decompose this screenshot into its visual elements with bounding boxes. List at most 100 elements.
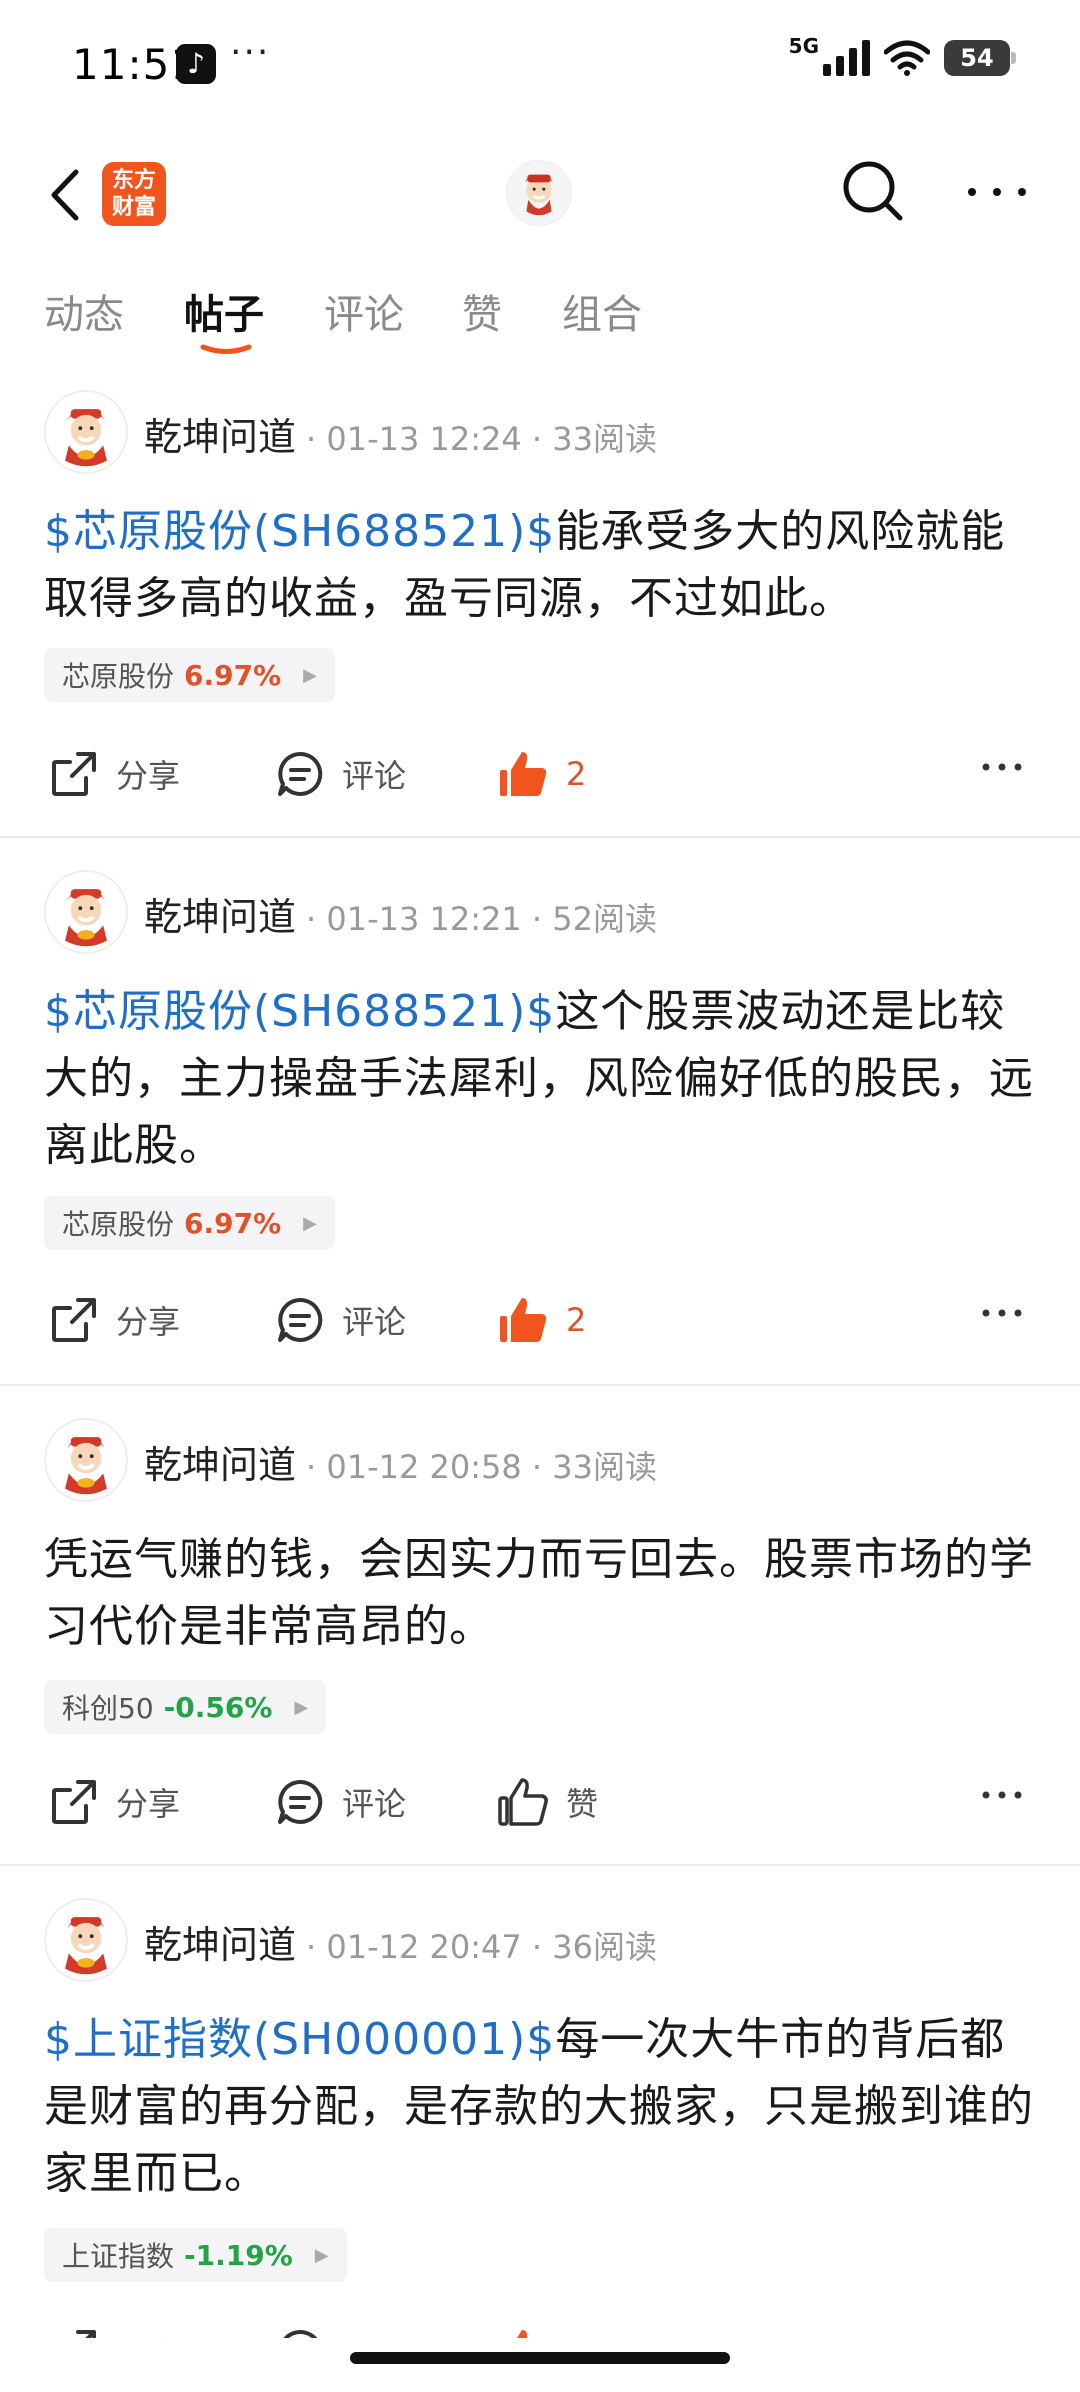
post-header: 乾坤问道 · 01-13 12:21 · 52阅读 bbox=[44, 866, 1044, 956]
post-meta: · 01-13 12:21 · 52阅读 bbox=[306, 900, 657, 938]
comment-label: 评论 bbox=[342, 1785, 407, 1823]
profile-avatar[interactable] bbox=[506, 160, 572, 226]
author-name[interactable]: 乾坤问道 bbox=[144, 886, 296, 941]
post-divider bbox=[0, 1864, 1080, 1866]
post-item[interactable]: 乾坤问道 · 01-13 12:24 · 33阅读 $芯原股份(SH688521… bbox=[0, 386, 1080, 810]
more-options-icon[interactable] bbox=[962, 172, 1032, 212]
status-indicators: 5G 54 bbox=[789, 34, 1016, 76]
share-icon bbox=[52, 752, 96, 796]
chip-arrow-icon: ▶ bbox=[314, 2244, 329, 2266]
stock-chip[interactable]: 科创50 -0.56% ▶ bbox=[44, 1680, 327, 1734]
tab-dynamics[interactable]: 动态 bbox=[44, 282, 124, 340]
post-meta: · 01-12 20:47 · 36阅读 bbox=[306, 1928, 657, 1966]
comment-icon bbox=[278, 1779, 323, 1824]
top-nav-bar: 东方 财富 bbox=[0, 140, 1080, 250]
chip-change: 6.97% bbox=[184, 658, 282, 692]
chip-stock-name: 芯原股份 bbox=[62, 660, 175, 693]
post-content[interactable]: $芯原股份(SH688521)$这个股票波动还是比较大的，主力操盘手法犀利，风险… bbox=[44, 978, 1044, 1179]
comment-button[interactable]: 评论 bbox=[274, 1290, 406, 1350]
chip-stock-name: 上证指数 bbox=[62, 2240, 175, 2273]
like-button[interactable]: 赞 bbox=[496, 1772, 598, 1832]
chip-arrow-icon: ▶ bbox=[303, 1212, 317, 1234]
status-bar: 11:51 ♪ ··· 5G 54 bbox=[0, 0, 1080, 130]
stock-tag-link[interactable]: $上证指数(SH000001)$ bbox=[44, 2014, 555, 2065]
logo-line-1: 东方 bbox=[111, 168, 156, 193]
search-icon[interactable] bbox=[838, 156, 908, 226]
network-type: 5G bbox=[788, 34, 819, 58]
post-item[interactable]: 乾坤问道 · 01-13 12:21 · 52阅读 $芯原股份(SH688521… bbox=[0, 866, 1080, 1356]
stock-chip[interactable]: 芯原股份 6.97% ▶ bbox=[44, 1196, 335, 1250]
back-arrow-icon[interactable] bbox=[40, 160, 90, 230]
home-indicator[interactable] bbox=[350, 2352, 730, 2364]
post-item[interactable]: 乾坤问道 · 01-12 20:58 · 33阅读 凭运气赚的钱，会因实力而亏回… bbox=[0, 1414, 1080, 1838]
share-label: 分享 bbox=[116, 1303, 181, 1341]
like-button[interactable]: 2 bbox=[496, 744, 586, 804]
like-label: 赞 bbox=[566, 1785, 599, 1823]
cell-signal-icon bbox=[823, 40, 870, 76]
post-header: 乾坤问道 · 01-12 20:47 · 36阅读 bbox=[44, 1894, 1044, 1984]
thumbs-up-outline-icon bbox=[498, 1778, 548, 1826]
author-avatar[interactable] bbox=[44, 870, 128, 954]
post-more-icon[interactable] bbox=[980, 1298, 1024, 1328]
active-tab-indicator bbox=[200, 344, 252, 354]
stock-tag-link[interactable]: $芯原股份(SH688521)$ bbox=[44, 986, 555, 1037]
tab-comments[interactable]: 评论 bbox=[324, 282, 404, 340]
comment-button[interactable]: 评论 bbox=[274, 1772, 406, 1832]
post-header: 乾坤问道 · 01-13 12:24 · 33阅读 bbox=[44, 386, 1044, 476]
stock-chip[interactable]: 上证指数 -1.19% ▶ bbox=[44, 2228, 347, 2282]
thumbs-up-icon bbox=[500, 1298, 547, 1342]
comment-button[interactable]: 评论 bbox=[274, 744, 406, 804]
post-actions: 分享 评论 2 bbox=[0, 734, 1080, 814]
post-content[interactable]: 凭运气赚的钱，会因实力而亏回去。股票市场的学习代价是非常高昂的。 bbox=[44, 1526, 1044, 1660]
post-text: 凭运气赚的钱，会因实力而亏回去。股票市场的学习代价是非常高昂的。 bbox=[44, 1534, 1034, 1652]
more-notifications-icon: ··· bbox=[230, 32, 271, 73]
wifi-icon bbox=[884, 40, 930, 76]
share-button[interactable]: 分享 bbox=[48, 1772, 180, 1832]
comment-label: 评论 bbox=[342, 1303, 407, 1341]
like-count: 2 bbox=[566, 755, 587, 793]
chip-arrow-icon: ▶ bbox=[303, 664, 317, 686]
share-icon bbox=[52, 1780, 96, 1824]
author-name[interactable]: 乾坤问道 bbox=[144, 1434, 296, 1489]
comment-icon bbox=[278, 1297, 323, 1342]
stock-tag-link[interactable]: $芯原股份(SH688521)$ bbox=[44, 506, 555, 557]
author-name[interactable]: 乾坤问道 bbox=[144, 1914, 296, 1969]
post-content[interactable]: $上证指数(SH000001)$每一次大牛市的背后都是财富的再分配，是存款的大搬… bbox=[44, 2006, 1044, 2207]
author-avatar[interactable] bbox=[44, 1418, 128, 1502]
chip-stock-name: 芯原股份 bbox=[62, 1208, 175, 1241]
post-item[interactable]: 乾坤问道 · 01-12 20:47 · 36阅读 $上证指数(SH000001… bbox=[0, 1894, 1080, 2384]
share-button[interactable]: 分享 bbox=[48, 744, 180, 804]
chip-arrow-icon: ▶ bbox=[294, 1696, 309, 1718]
comment-label: 评论 bbox=[342, 757, 407, 795]
post-content[interactable]: $芯原股份(SH688521)$能承受多大的风险就能取得多高的收益，盈亏同源，不… bbox=[44, 498, 1044, 632]
like-button[interactable]: 2 bbox=[496, 1290, 586, 1350]
profile-tabs: 动态 帖子 评论 赞 组合 bbox=[0, 270, 1080, 360]
post-more-icon[interactable] bbox=[980, 752, 1024, 782]
post-actions: 分享 评论 赞 bbox=[0, 1762, 1080, 1842]
tab-posts[interactable]: 帖子 bbox=[184, 282, 264, 340]
tab-portfolio[interactable]: 组合 bbox=[562, 282, 642, 340]
chip-stock-name: 科创50 bbox=[62, 1692, 154, 1725]
author-avatar[interactable] bbox=[44, 1898, 128, 1982]
stock-chip[interactable]: 芯原股份 6.97% ▶ bbox=[44, 648, 335, 702]
like-count: 2 bbox=[566, 1301, 587, 1339]
chip-change: -1.19% bbox=[184, 2238, 293, 2272]
tiktok-notification-icon: ♪ bbox=[176, 44, 216, 84]
tab-likes[interactable]: 赞 bbox=[462, 282, 502, 340]
share-label: 分享 bbox=[116, 757, 181, 795]
eastmoney-logo[interactable]: 东方 财富 bbox=[102, 162, 166, 226]
post-actions: 分享 评论 2 bbox=[0, 1280, 1080, 1360]
battery-icon: 54 bbox=[944, 40, 1016, 76]
share-button[interactable]: 分享 bbox=[48, 1290, 180, 1350]
post-more-icon[interactable] bbox=[980, 1780, 1024, 1810]
post-meta: · 01-12 20:58 · 33阅读 bbox=[306, 1448, 657, 1486]
author-name[interactable]: 乾坤问道 bbox=[144, 406, 296, 461]
comment-icon bbox=[278, 751, 323, 796]
post-header: 乾坤问道 · 01-12 20:58 · 33阅读 bbox=[44, 1414, 1044, 1504]
logo-line-2: 财富 bbox=[111, 195, 156, 220]
thumbs-up-icon bbox=[500, 752, 547, 796]
post-meta: · 01-13 12:24 · 33阅读 bbox=[306, 420, 657, 458]
author-avatar[interactable] bbox=[44, 390, 128, 474]
chip-change: 6.97% bbox=[184, 1206, 282, 1240]
share-label: 分享 bbox=[116, 1785, 181, 1823]
